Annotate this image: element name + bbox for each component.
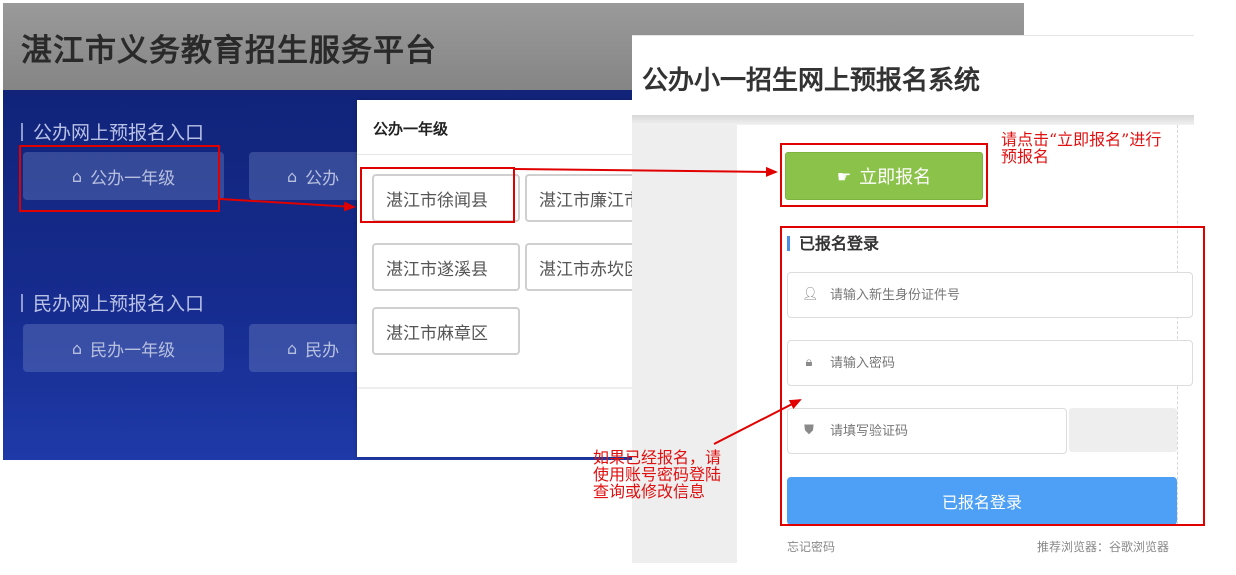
login-annotation: 如果已经报名，请 使用账号密码登陆 查询或修改信息 (593, 449, 721, 500)
arrow-to-apply (514, 166, 778, 177)
arrow-to-dialog (219, 198, 356, 212)
apply-annotation-line2: 预报名 (1001, 147, 1050, 166)
login-annotation-line1: 如果已经报名，请 (593, 448, 722, 467)
apply-annotation-line1: 请点击“立即报名”进行 (1001, 130, 1162, 149)
arrow-to-login (713, 399, 802, 445)
login-annotation-line3: 查询或修改信息 (593, 482, 706, 501)
login-annotation-line2: 使用账号密码登陆 (593, 465, 722, 484)
apply-annotation: 请点击“立即报名”进行 预报名 (1001, 131, 1161, 165)
